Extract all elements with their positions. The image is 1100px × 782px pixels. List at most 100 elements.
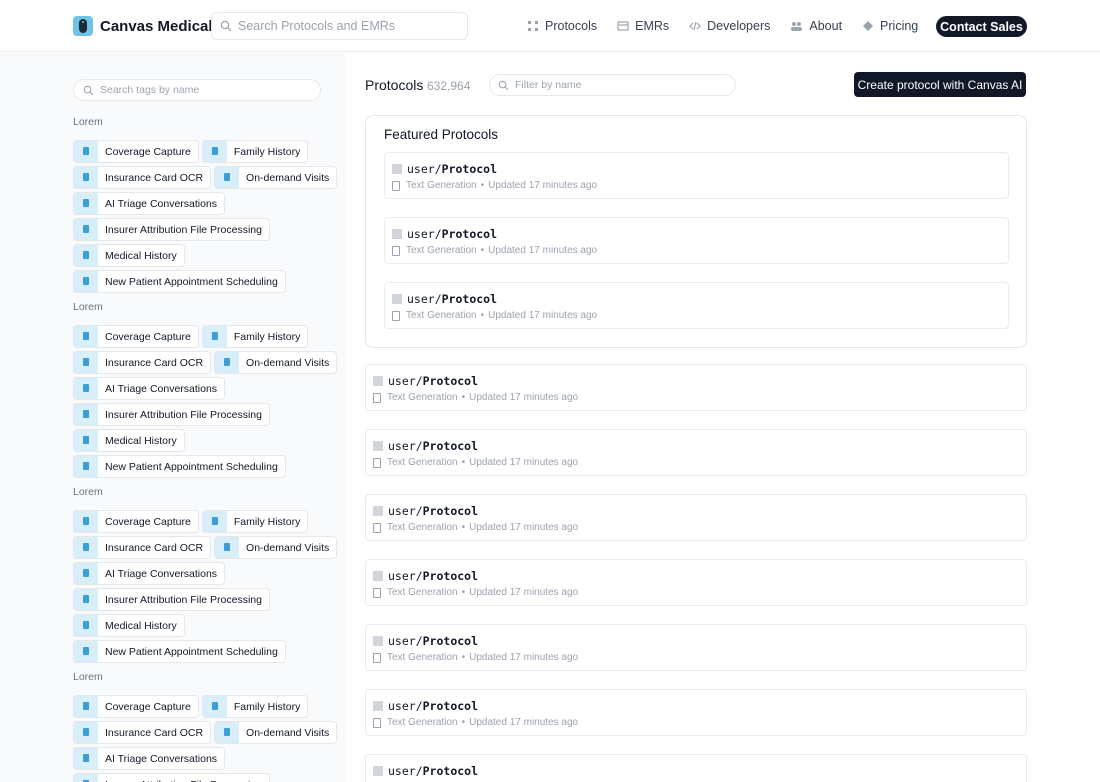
tag-row: AI Triage Conversations: [73, 377, 338, 400]
tag-chip[interactable]: Coverage Capture: [73, 140, 199, 163]
filter-input[interactable]: [515, 79, 725, 91]
document-icon: [74, 511, 98, 532]
separator-dot: •: [461, 457, 466, 468]
tag-chip[interactable]: Insurance Card OCR: [73, 166, 212, 189]
protocol-type: Text Generation: [387, 717, 458, 728]
protocol-type: Text Generation: [387, 392, 458, 403]
tag-chip[interactable]: New Patient Appointment Scheduling: [73, 640, 286, 663]
tag-chip[interactable]: Insurer Attribution File Processing: [73, 218, 270, 241]
tag-chip[interactable]: On-demand Visits: [214, 721, 338, 744]
tag-label: Insurance Card OCR: [105, 726, 204, 739]
tag-groups: Lorem Coverage Capture Family History Insur…: [73, 114, 338, 782]
document-icon: [373, 522, 381, 533]
tag-sidebar: Lorem Coverage Capture Family History Insur…: [0, 53, 346, 782]
protocol-title: user/Protocol: [373, 634, 478, 648]
tag-search[interactable]: [73, 79, 321, 101]
tag-row: Medical History: [73, 429, 338, 452]
tag-chip[interactable]: New Patient Appointment Scheduling: [73, 455, 286, 478]
tag-chip[interactable]: Medical History: [73, 429, 185, 452]
tag-chip[interactable]: On-demand Visits: [214, 166, 338, 189]
tag-search-input[interactable]: [100, 84, 310, 96]
nav-pricing-label: Pricing: [880, 19, 919, 33]
tag-label: Insurer Attribution File Processing: [105, 779, 262, 782]
tag-chip[interactable]: Family History: [201, 325, 309, 348]
tag-chip[interactable]: Family History: [201, 695, 309, 718]
protocol-name: Protocol: [422, 439, 479, 453]
brand-logo[interactable]: Canvas Medical: [73, 16, 213, 36]
document-icon: [392, 180, 400, 191]
document-icon: [74, 748, 98, 769]
protocol-card[interactable]: user/ProtocolText Generation•Updated 17 …: [365, 429, 1027, 476]
tag-chip[interactable]: AI Triage Conversations: [73, 377, 226, 400]
tag-chip[interactable]: AI Triage Conversations: [73, 747, 226, 770]
protocol-type: Text Generation: [406, 245, 477, 256]
search-input[interactable]: [238, 19, 458, 33]
document-icon: [74, 352, 98, 373]
tag-chip[interactable]: On-demand Visits: [214, 536, 338, 559]
tag-chip[interactable]: Coverage Capture: [73, 510, 199, 533]
tag-row: Insurer Attribution File Processing: [73, 218, 338, 241]
tag-chip[interactable]: Medical History: [73, 614, 185, 637]
protocol-meta: Text Generation • Updated 17 minutes ago: [392, 180, 597, 191]
document-icon: [202, 511, 227, 532]
tag-label: Coverage Capture: [105, 145, 191, 158]
tag-label: Insurance Card OCR: [105, 171, 204, 184]
protocol-meta: Text Generation • Updated 17 minutes ago: [373, 587, 578, 598]
protocol-card[interactable]: user/ProtocolText Generation•Updated 17 …: [365, 494, 1027, 541]
protocol-title: user/Protocol: [392, 292, 497, 306]
nav-emrs[interactable]: EMRs: [617, 19, 669, 33]
protocol-card[interactable]: user/ProtocolText Generation•Updated 17 …: [384, 282, 1009, 329]
document-icon: [74, 722, 98, 743]
tag-chip[interactable]: Insurance Card OCR: [73, 351, 212, 374]
protocol-updated: Updated 17 minutes ago: [488, 245, 598, 256]
protocol-card[interactable]: user/ProtocolText Generation•Updated 17 …: [365, 364, 1027, 411]
tag-chip[interactable]: Family History: [201, 510, 309, 533]
tag-row: Insurance Card OCR On-demand Visits: [73, 351, 338, 374]
document-icon: [74, 456, 98, 477]
separator-dot: •: [461, 652, 466, 663]
nav-about[interactable]: About: [790, 19, 842, 33]
grid-icon: [528, 21, 538, 31]
tag-chip[interactable]: Insurer Attribution File Processing: [73, 773, 270, 782]
tag-chip[interactable]: Medical History: [73, 244, 185, 267]
protocol-updated: Updated 17 minutes ago: [469, 457, 579, 468]
tag-chip[interactable]: AI Triage Conversations: [73, 192, 226, 215]
tag-chip[interactable]: Coverage Capture: [73, 325, 199, 348]
nav-protocols[interactable]: Protocols: [527, 19, 597, 33]
document-icon: [74, 774, 98, 782]
tag-chip[interactable]: Insurance Card OCR: [73, 721, 212, 744]
tag-chip[interactable]: Insurance Card OCR: [73, 536, 212, 559]
contact-sales-button[interactable]: Contact Sales: [936, 16, 1027, 37]
tag-label: Family History: [233, 700, 301, 713]
protocol-meta: Text Generation • Updated 17 minutes ago: [373, 522, 578, 533]
create-protocol-button[interactable]: Create protocol with Canvas AI: [854, 72, 1026, 97]
protocol-updated: Updated 17 minutes ago: [469, 587, 579, 598]
tag-chip[interactable]: Family History: [201, 140, 309, 163]
tag-label: Insurance Card OCR: [105, 356, 204, 369]
nav-developers[interactable]: Developers: [689, 19, 770, 33]
protocol-card[interactable]: user/ProtocolText Generation•Updated 17 …: [365, 754, 1027, 782]
document-icon: [74, 245, 98, 266]
protocol-type: Text Generation: [387, 522, 458, 533]
global-search[interactable]: [211, 12, 468, 40]
protocol-card[interactable]: user/ProtocolText Generation•Updated 17 …: [365, 624, 1027, 671]
tag-label: On-demand Visits: [246, 356, 330, 369]
protocol-card[interactable]: user/ProtocolText Generation•Updated 17 …: [384, 217, 1009, 264]
search-icon: [220, 20, 232, 32]
tag-chip[interactable]: New Patient Appointment Scheduling: [73, 270, 286, 293]
document-icon: [74, 219, 98, 240]
protocol-card[interactable]: user/ProtocolText Generation•Updated 17 …: [384, 152, 1009, 199]
tag-chip[interactable]: Insurer Attribution File Processing: [73, 588, 270, 611]
filter-box[interactable]: [489, 74, 736, 96]
tag-chip[interactable]: Insurer Attribution File Processing: [73, 403, 270, 426]
tag-row: Insurer Attribution File Processing: [73, 588, 338, 611]
nav-pricing[interactable]: Pricing: [862, 19, 918, 33]
tag-chip[interactable]: AI Triage Conversations: [73, 562, 226, 585]
protocol-card[interactable]: user/ProtocolText Generation•Updated 17 …: [365, 559, 1027, 606]
nav-emrs-label: EMRs: [635, 19, 670, 33]
protocol-card[interactable]: user/ProtocolText Generation•Updated 17 …: [365, 689, 1027, 736]
avatar: [373, 376, 383, 386]
tag-chip[interactable]: On-demand Visits: [214, 351, 338, 374]
protocol-owner: user/: [388, 504, 423, 518]
tag-chip[interactable]: Coverage Capture: [73, 695, 199, 718]
